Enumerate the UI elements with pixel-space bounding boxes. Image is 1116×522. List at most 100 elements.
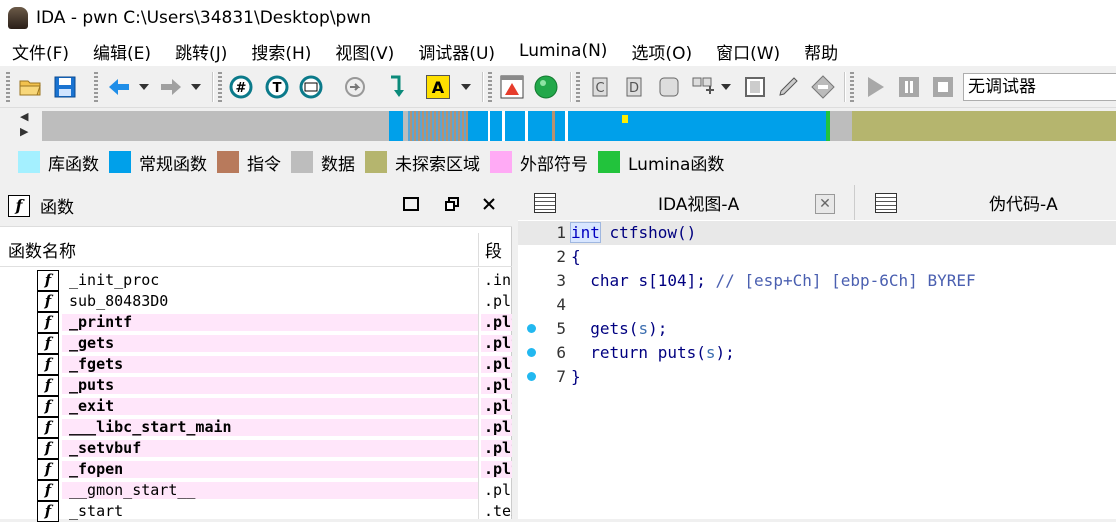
struct-icon[interactable] (656, 74, 682, 100)
forward-icon[interactable] (158, 74, 184, 100)
function-icon: f (37, 438, 59, 459)
code-line[interactable]: 1 int ctfshow() (518, 221, 1116, 245)
table-row[interactable]: f_printf.plt (0, 312, 512, 333)
svg-text:D: D (629, 81, 639, 96)
title-bar: IDA - pwn C:\Users\34831\Desktop\pwn (0, 0, 1116, 36)
nav-left-arrow-icon[interactable]: ◀ (20, 110, 28, 123)
jump-icon[interactable] (342, 74, 368, 100)
functions-table-header: 函数名称 段 (0, 233, 512, 267)
navigation-band[interactable]: ◀ ▶ (0, 108, 1116, 144)
functions-panel: f 函数 函数名称 段 f_init_proc.init fsub_80483D… (0, 185, 512, 522)
column-segment[interactable]: 段 (485, 237, 502, 262)
chevron-down-icon[interactable] (718, 74, 734, 100)
toolbar-grip[interactable] (6, 72, 10, 102)
pause-icon[interactable] (896, 74, 922, 100)
svg-text:#: # (236, 81, 247, 96)
maximize-icon[interactable] (402, 197, 420, 215)
legend-library-function: 库函数 (18, 150, 99, 175)
svg-text:C: C (595, 81, 604, 96)
function-icon: f (37, 291, 59, 312)
menu-search[interactable]: 搜索(H) (239, 39, 323, 64)
code-line[interactable]: 6 return puts(s); (518, 341, 1116, 365)
hex-view-icon[interactable]: # (228, 74, 254, 100)
close-icon[interactable] (480, 197, 498, 215)
strings-icon[interactable]: A (426, 75, 450, 99)
disassembly-icon (534, 192, 556, 213)
table-row[interactable]: f_init_proc.init (0, 270, 512, 291)
menu-options[interactable]: 选项(O) (619, 39, 704, 64)
menu-help[interactable]: 帮助 (792, 39, 850, 64)
legend-external-symbol: 外部符号 (490, 150, 588, 175)
tab-pseudocode-a[interactable]: 伪代码-A (875, 185, 1115, 220)
functions-panel-title: 函数 (40, 198, 74, 218)
breakpoint-dot-icon[interactable] (527, 372, 536, 381)
table-row[interactable]: f_puts.plt (0, 375, 512, 396)
comment-icon[interactable] (810, 74, 836, 100)
step-into-icon[interactable] (384, 74, 410, 100)
open-icon[interactable] (18, 74, 44, 100)
toolbar-grip[interactable] (576, 72, 580, 102)
function-icon: f (37, 459, 59, 480)
menu-view[interactable]: 视图(V) (323, 39, 406, 64)
legend-data: 数据 (291, 150, 355, 175)
ida-app-icon (8, 7, 28, 29)
table-row[interactable]: f_exit.plt (0, 396, 512, 417)
undefine-icon[interactable] (742, 74, 768, 100)
back-icon[interactable] (106, 74, 132, 100)
code-line[interactable]: 4 (518, 293, 1116, 317)
table-row[interactable]: f__gmon_start__.plt (0, 480, 512, 501)
column-function-name[interactable]: 函数名称 (8, 237, 76, 262)
c-code-icon[interactable]: C (588, 74, 614, 100)
code-line[interactable]: 2 { (518, 245, 1116, 269)
pseudocode-view[interactable]: 1 int ctfshow() 2 { 3 char s[104]; // [e… (518, 220, 1116, 519)
toolbar-grip[interactable] (488, 72, 492, 102)
menu-debugger[interactable]: 调试器(U) (406, 39, 507, 64)
debug-run-icon[interactable] (533, 74, 559, 100)
menu-jump[interactable]: 跳转(J) (163, 39, 239, 64)
toolbar-grip[interactable] (218, 72, 222, 102)
menu-edit[interactable]: 编辑(E) (81, 39, 163, 64)
code-line[interactable]: 3 char s[104]; // [esp+Ch] [ebp-6Ch] BYR… (518, 269, 1116, 293)
code-line[interactable]: 5 gets(s); (518, 317, 1116, 341)
table-row[interactable]: f___libc_start_main.plt (0, 417, 512, 438)
function-icon: f (37, 396, 59, 417)
nav-position-marker-icon (622, 115, 628, 123)
toolbar-grip[interactable] (94, 72, 98, 102)
debugger-select[interactable]: 无调试器 (963, 73, 1116, 101)
navigation-bar[interactable] (42, 111, 1116, 141)
functions-panel-header: f 函数 (0, 185, 512, 227)
table-row[interactable]: f_gets.plt (0, 333, 512, 354)
restore-icon[interactable] (443, 197, 461, 215)
d-data-icon[interactable]: D (622, 74, 648, 100)
menu-lumina[interactable]: Lumina(N) (507, 41, 619, 61)
code-line[interactable]: 7 } (518, 365, 1116, 389)
nav-right-arrow-icon[interactable]: ▶ (20, 125, 28, 138)
stop-icon[interactable] (930, 74, 956, 100)
save-icon[interactable] (52, 74, 78, 100)
chevron-down-icon[interactable] (136, 74, 152, 100)
graph-view-icon[interactable] (298, 74, 324, 100)
menu-windows[interactable]: 窗口(W) (704, 39, 792, 64)
edit-icon[interactable] (776, 74, 802, 100)
close-tab-icon[interactable]: ✕ (815, 194, 835, 214)
function-icon: f (37, 417, 59, 438)
tab-ida-view-a[interactable]: IDA视图-A (534, 185, 836, 220)
toolbar-grip[interactable] (850, 72, 854, 102)
menu-bar: 文件(F) 编辑(E) 跳转(J) 搜索(H) 视图(V) 调试器(U) Lum… (0, 36, 1116, 66)
function-icon: f (37, 480, 59, 501)
menu-file[interactable]: 文件(F) (0, 39, 81, 64)
chevron-down-icon[interactable] (188, 74, 204, 100)
table-row[interactable]: f_fgets.plt (0, 354, 512, 375)
chevron-down-icon[interactable] (458, 74, 474, 100)
table-row[interactable]: fsub_80483D0.plt (0, 291, 512, 312)
run-icon[interactable] (862, 74, 888, 100)
enum-icon[interactable] (690, 74, 716, 100)
breakpoint-dot-icon[interactable] (527, 324, 536, 333)
text-view-icon[interactable]: T (264, 74, 290, 100)
table-row[interactable]: f_setvbuf.plt (0, 438, 512, 459)
function-icon: f (37, 333, 59, 354)
table-row[interactable]: f_fopen.plt (0, 459, 512, 480)
function-icon: f (8, 194, 30, 217)
segment-icon[interactable] (499, 74, 525, 100)
breakpoint-dot-icon[interactable] (527, 348, 536, 357)
